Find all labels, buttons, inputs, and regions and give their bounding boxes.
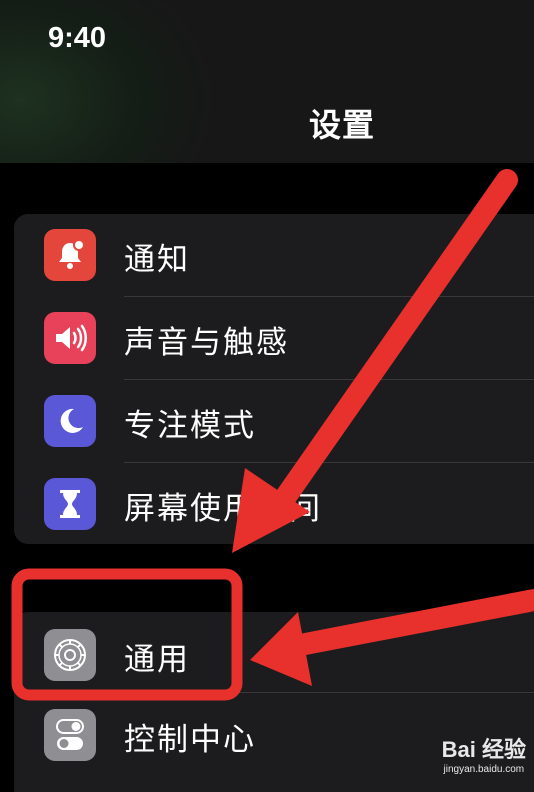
settings-item-label: 屏幕使用时间 — [124, 491, 322, 527]
gear-icon — [44, 629, 96, 681]
settings-item-screen-time[interactable]: 屏幕使用时间 — [14, 463, 534, 544]
separator — [124, 692, 534, 693]
settings-item-label: 通用 — [124, 642, 190, 678]
toggle-icon — [44, 709, 96, 761]
watermark-url: jingyan.baidu.com — [443, 764, 525, 775]
settings-item-notifications[interactable]: 通知 — [14, 214, 534, 296]
settings-item-sounds[interactable]: 声音与触感 — [14, 297, 534, 379]
speaker-icon — [44, 312, 96, 364]
bell-icon — [44, 229, 96, 281]
settings-item-general[interactable]: 通用 — [14, 614, 534, 696]
settings-item-label: 声音与触感 — [124, 325, 289, 361]
settings-group-1: 通知 声音与触感 专注模式 屏幕使用时间 — [14, 214, 534, 544]
watermark: Bai 经验 jingyan.baidu.com — [442, 732, 526, 775]
watermark-brand: Bai 经验 — [441, 737, 526, 762]
page-title: 设置 — [308, 106, 375, 144]
moon-icon — [44, 395, 96, 447]
settings-item-focus[interactable]: 专注模式 — [14, 380, 534, 462]
header: 9:40 设置 — [0, 0, 534, 163]
status-time: 9:40 — [48, 22, 107, 54]
settings-item-label: 通知 — [124, 242, 190, 278]
settings-item-label: 专注模式 — [124, 408, 256, 444]
hourglass-icon — [44, 478, 96, 530]
settings-item-label: 控制中心 — [124, 722, 256, 758]
